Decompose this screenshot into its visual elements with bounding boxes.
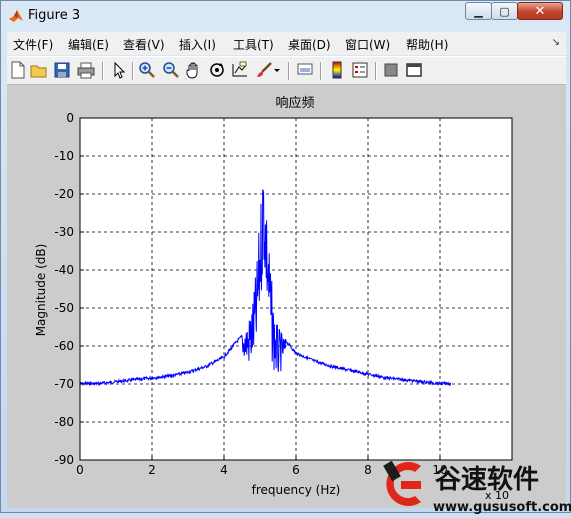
y-tick-label: 0 xyxy=(66,111,74,125)
menu-bar: 文件(F) 编辑(E) 查看(V) 插入(I) 工具(T) 桌面(D) 窗口(W… xyxy=(7,32,566,55)
toolbar-separator xyxy=(320,62,322,80)
maximize-button[interactable]: ▢ xyxy=(491,2,518,20)
y-tick-label: -80 xyxy=(54,415,74,429)
rotate-3d-icon[interactable] xyxy=(208,61,226,79)
toolbar-separator xyxy=(132,62,134,80)
menu-help[interactable]: 帮助(H) xyxy=(406,36,448,53)
x-axis-label: frequency (Hz) xyxy=(252,483,341,497)
brush-dropdown-icon[interactable] xyxy=(273,61,281,79)
x-tick-label: 0 xyxy=(76,463,84,477)
y-tick-label: -50 xyxy=(54,301,74,315)
figure-window: Figure 3 ▁ ▢ ✕ 文件(F) 编辑(E) 查看(V) 插入(I) 工… xyxy=(0,0,571,515)
y-tick-label: -20 xyxy=(54,187,74,201)
watermark-brand: 谷速软件 xyxy=(435,465,539,495)
data-cursor-icon[interactable] xyxy=(231,61,249,79)
x-tick-label: 8 xyxy=(364,463,372,477)
menu-view[interactable]: 查看(V) xyxy=(123,36,165,53)
x-tick-label: 6 xyxy=(292,463,300,477)
watermark: 谷速软件 www.gususoft.com xyxy=(375,456,571,515)
print-icon[interactable] xyxy=(77,61,95,79)
brush-icon[interactable] xyxy=(255,61,273,79)
menu-window[interactable]: 窗口(W) xyxy=(345,36,390,53)
plot-area[interactable]: 0 2 4 6 8 100-10-20-30-40-50-60-70-80-90 响应频 … xyxy=(7,85,566,508)
x-tick-label: 4 xyxy=(220,463,228,477)
zoom-out-icon[interactable] xyxy=(162,61,180,79)
minimize-button[interactable]: ▁ xyxy=(465,2,492,20)
zoom-in-icon[interactable] xyxy=(138,61,156,79)
open-file-icon[interactable] xyxy=(30,61,48,79)
y-axis-label: Magnitude (dB) xyxy=(34,244,48,337)
toolbar-separator xyxy=(102,62,104,80)
y-tick-label: -70 xyxy=(54,377,74,391)
y-tick-label: -30 xyxy=(54,225,74,239)
figure-canvas: 0 2 4 6 8 10 0 -10 -20 -30 -40 -50 -60 -70 -80 -90 响应频 … xyxy=(7,85,566,508)
toolbar-separator xyxy=(375,62,377,80)
pointer-icon[interactable] xyxy=(110,61,128,79)
figure-toolbar xyxy=(7,56,566,85)
title-bar[interactable]: Figure 3 ▁ ▢ ✕ xyxy=(1,1,570,30)
y-tick-label: -10 xyxy=(54,149,74,163)
close-button[interactable]: ✕ xyxy=(517,2,563,20)
window-title: Figure 3 xyxy=(28,8,81,23)
maximize-icon: ▢ xyxy=(499,4,510,18)
menu-insert[interactable]: 插入(I) xyxy=(179,36,216,53)
pan-hand-icon[interactable] xyxy=(185,61,203,79)
menu-edit[interactable]: 编辑(E) xyxy=(68,36,109,53)
legend-icon[interactable] xyxy=(351,61,369,79)
minimize-icon: ▁ xyxy=(474,4,483,18)
menu-tools[interactable]: 工具(T) xyxy=(233,36,274,53)
y-tick-label: -90 xyxy=(54,453,74,467)
chart-title: 响应频 xyxy=(275,95,314,111)
gususoft-logo-icon xyxy=(383,460,421,506)
menu-overflow-arrow-icon[interactable]: ↘ xyxy=(552,37,560,48)
close-icon: ✕ xyxy=(534,3,546,19)
colorbar-icon[interactable] xyxy=(328,61,346,79)
toolbar-separator xyxy=(288,62,290,80)
save-icon[interactable] xyxy=(53,61,71,79)
hide-plot-tools-icon[interactable] xyxy=(382,61,400,79)
x-tick-label: 2 xyxy=(148,463,156,477)
watermark-url: www.gususoft.com xyxy=(433,500,571,514)
y-tick-label: -60 xyxy=(54,339,74,353)
menu-file[interactable]: 文件(F) xyxy=(13,36,53,53)
show-plot-tools-icon[interactable] xyxy=(405,61,423,79)
matlab-logo-icon xyxy=(8,8,24,24)
y-tick-label: -40 xyxy=(54,263,74,277)
menu-desktop[interactable]: 桌面(D) xyxy=(288,36,331,53)
link-plot-icon[interactable] xyxy=(296,61,314,79)
new-figure-icon[interactable] xyxy=(9,61,27,79)
